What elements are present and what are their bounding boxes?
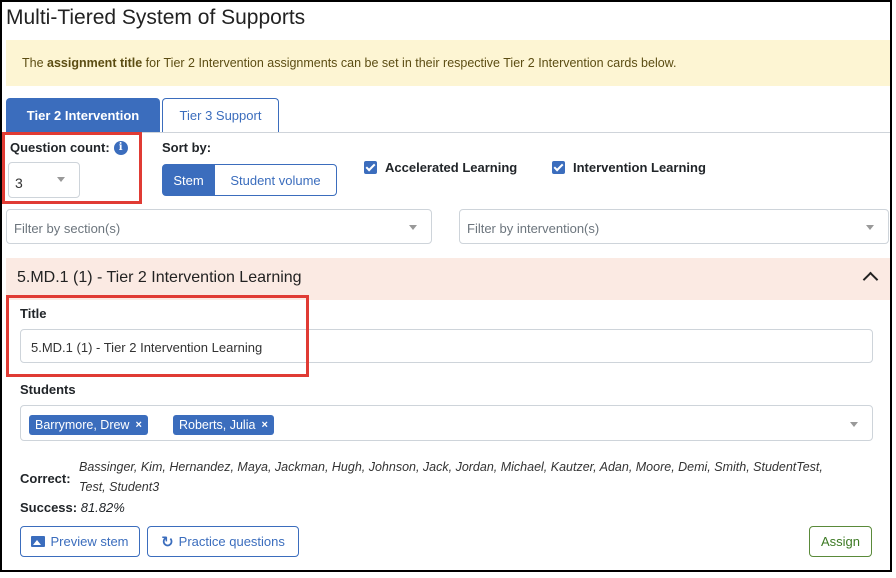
filter-by-section-select[interactable]: Filter by section(s) — [6, 209, 432, 244]
sort-student-volume-button[interactable]: Student volume — [215, 164, 337, 196]
question-count-select[interactable]: 3 — [8, 162, 80, 198]
correct-students-list: Bassinger, Kim, Hernandez, Maya, Jackman… — [79, 460, 823, 494]
tab-tier2-intervention[interactable]: Tier 2 Intervention — [6, 98, 160, 132]
sort-toggle-group: Stem Student volume — [162, 164, 337, 196]
remove-chip-icon[interactable]: × — [135, 419, 141, 431]
checkbox-checked-icon — [364, 161, 377, 174]
redo-icon: ↻ — [161, 532, 174, 551]
students-multiselect[interactable]: Barrymore, Drew × Roberts, Julia × — [20, 405, 873, 441]
chevron-down-icon — [409, 225, 417, 230]
banner-emphasis: assignment title — [47, 56, 143, 70]
practice-questions-button[interactable]: ↻ Practice questions — [147, 526, 299, 557]
chevron-down-icon — [866, 225, 874, 230]
checkbox-checked-icon — [552, 161, 565, 174]
info-banner: The assignment title for Tier 2 Interven… — [6, 40, 890, 86]
title-input[interactable]: 5.MD.1 (1) - Tier 2 Intervention Learnin… — [20, 329, 873, 363]
filter-by-intervention-select[interactable]: Filter by intervention(s) — [459, 209, 889, 244]
title-label: Title — [20, 306, 47, 321]
tab-tier3-support[interactable]: Tier 3 Support — [162, 98, 279, 132]
student-chip: Roberts, Julia × — [173, 415, 274, 435]
remove-chip-icon[interactable]: × — [261, 419, 267, 431]
chevron-up-icon[interactable] — [862, 271, 879, 288]
tab-divider — [6, 132, 890, 133]
card-header[interactable]: 5.MD.1 (1) - Tier 2 Intervention Learnin… — [6, 258, 890, 300]
students-label: Students — [20, 382, 76, 397]
success-rate: Success: 81.82% — [20, 500, 125, 515]
correct-label: Correct: — [20, 471, 71, 486]
chevron-down-icon — [57, 177, 65, 182]
card-title: 5.MD.1 (1) - Tier 2 Intervention Learnin… — [17, 269, 302, 286]
info-icon[interactable]: i — [113, 140, 128, 155]
chevron-down-icon — [850, 422, 858, 427]
page-title: Multi-Tiered System of Supports — [6, 6, 306, 29]
sort-stem-button[interactable]: Stem — [162, 164, 215, 196]
image-icon — [31, 536, 46, 547]
banner-text: The assignment title for Tier 2 Interven… — [22, 56, 677, 70]
preview-stem-button[interactable]: Preview stem — [20, 526, 140, 557]
assign-button[interactable]: Assign — [809, 526, 872, 557]
intervention-learning-checkbox[interactable]: Intervention Learning — [552, 160, 706, 175]
sort-by-label: Sort by: — [162, 140, 212, 155]
accelerated-learning-checkbox[interactable]: Accelerated Learning — [364, 160, 517, 175]
student-chip: Barrymore, Drew × — [29, 415, 148, 435]
question-count-label: Question count: i — [10, 140, 128, 155]
app-frame: Multi-Tiered System of Supports The assi… — [0, 0, 892, 572]
